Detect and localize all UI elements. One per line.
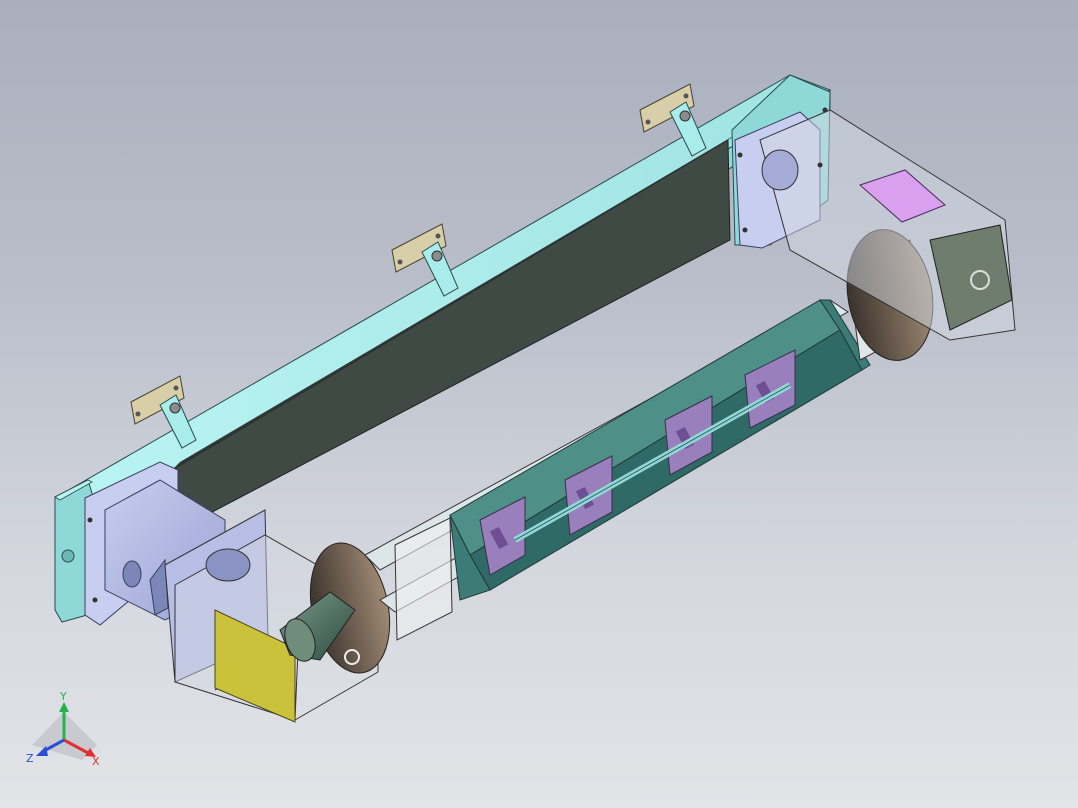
z-axis-label: Z: [26, 752, 34, 765]
y-axis-label: Y: [59, 690, 67, 703]
orientation-triad[interactable]: Y X Z: [22, 690, 112, 770]
assembly-model[interactable]: [0, 0, 1078, 808]
cad-viewport[interactable]: Y X Z: [0, 0, 1078, 808]
x-axis-label: X: [92, 755, 100, 768]
main-beam[interactable]: [58, 74, 832, 536]
